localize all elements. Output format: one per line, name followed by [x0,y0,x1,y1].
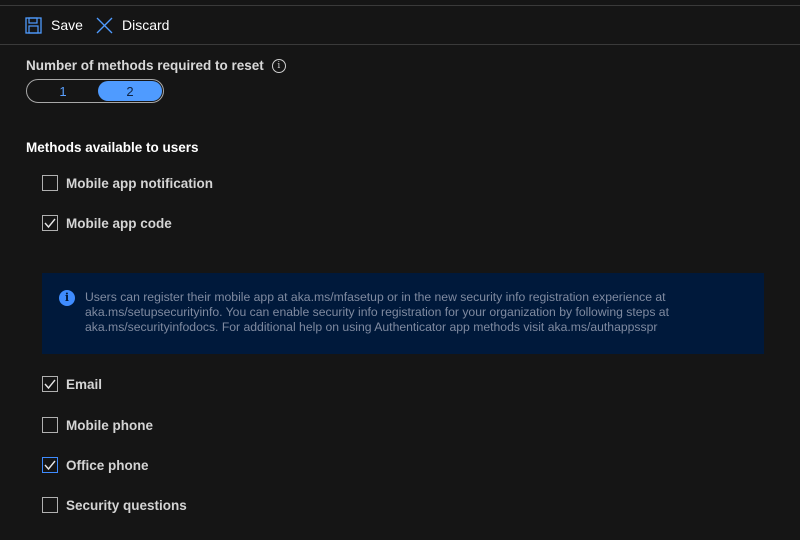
method-security-questions[interactable]: Security questions [42,495,187,515]
discard-label: Discard [122,17,170,33]
method-email[interactable]: Email [42,374,102,394]
info-icon: i [59,290,75,306]
reset-methods-label-text: Number of methods required to reset [26,58,264,73]
checkmark-icon [44,460,56,471]
method-label: Mobile app notification [66,175,213,191]
methods-section-title: Methods available to users [26,140,199,155]
info-banner: i Users can register their mobile app at… [42,273,764,354]
close-icon [96,17,113,33]
save-icon [25,16,42,34]
toggle-option-1[interactable]: 1 [29,81,97,101]
checkbox[interactable] [42,175,58,191]
discard-button[interactable]: Discard [96,6,169,44]
method-label: Security questions [66,497,187,513]
method-label: Mobile app code [66,215,172,231]
method-label: Mobile phone [66,417,153,433]
checkbox[interactable] [42,215,58,231]
method-office-phone[interactable]: Office phone [42,455,149,475]
checkbox[interactable] [42,376,58,392]
save-button[interactable]: Save [25,6,83,44]
method-mobile-app-code[interactable]: Mobile app code [42,213,172,233]
reset-methods-label: Number of methods required to reset i [26,58,286,73]
method-label: Office phone [66,457,149,473]
checkbox[interactable] [42,497,58,513]
command-bar: Save Discard [0,6,800,44]
method-label: Email [66,376,103,392]
reset-methods-toggle[interactable]: 1 2 [26,79,164,103]
info-icon[interactable]: i [271,58,286,73]
toolbar-divider [0,44,800,45]
save-label: Save [51,17,83,33]
toggle-option-2[interactable]: 2 [98,81,162,101]
checkbox[interactable] [42,417,58,433]
checkmark-icon [44,379,56,390]
info-banner-text: Users can register their mobile app at a… [85,290,669,334]
method-mobile-phone[interactable]: Mobile phone [42,415,153,435]
checkbox[interactable] [42,457,58,473]
method-mobile-app-notification[interactable]: Mobile app notification [42,173,213,193]
checkmark-icon [44,218,56,229]
